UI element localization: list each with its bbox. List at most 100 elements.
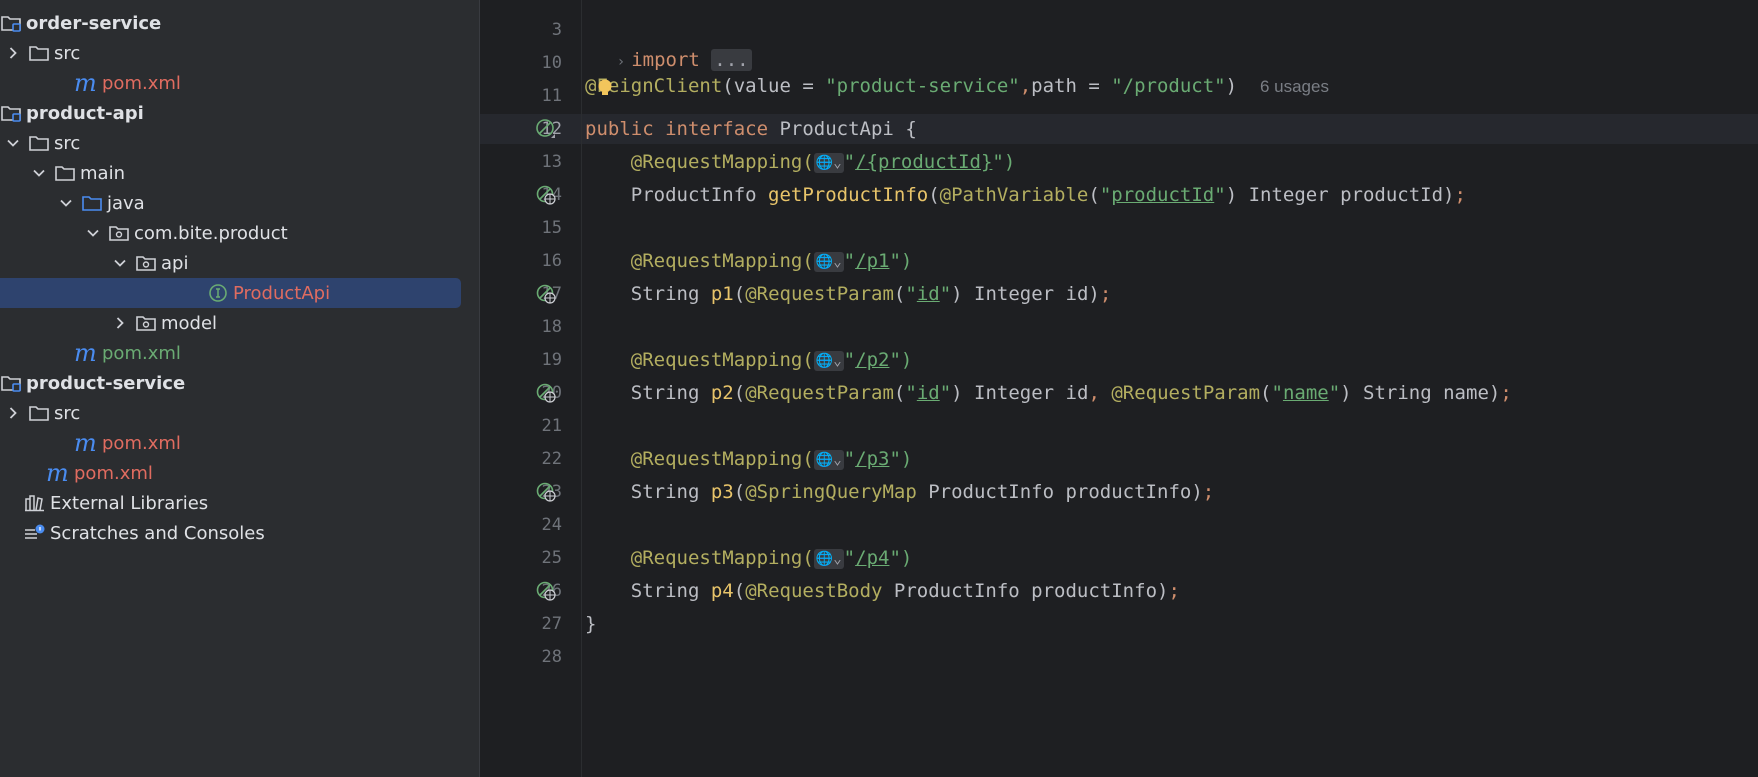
globe-icon[interactable]: 🌐⌄ — [813, 350, 844, 371]
code-line-19[interactable]: @RequestMapping(🌐⌄ "/p2") — [585, 345, 913, 375]
chevron-down-icon[interactable] — [113, 256, 127, 270]
interface-name: ProductApi { — [768, 118, 917, 140]
line-number: 24 — [541, 515, 562, 535]
endpoint-icon[interactable] — [535, 184, 557, 206]
code-editor[interactable]: 310111213141516171819202122232425262728 … — [480, 0, 1758, 777]
url-path[interactable]: /p4 — [855, 547, 889, 569]
tree-item-label: product-service — [26, 372, 186, 394]
package-icon — [135, 253, 157, 273]
tree-item-product-service-12[interactable]: product-service — [0, 368, 479, 398]
string-literal: "/product" — [1111, 75, 1226, 97]
tree-item-src-4[interactable]: src — [0, 128, 479, 158]
annotation-path-variable: @PathVariable — [939, 184, 1089, 206]
code-text: ProductInfo productInfo) — [882, 580, 1169, 602]
tree-item-label: pom.xml — [102, 72, 181, 94]
chevron-right-icon[interactable] — [6, 46, 20, 60]
code-punct: ; — [1099, 283, 1112, 305]
folder-icon — [54, 163, 76, 183]
url-path[interactable]: /p1 — [855, 250, 889, 272]
globe-icon[interactable]: 🌐⌄ — [813, 251, 844, 272]
code-line-25[interactable]: @RequestMapping(🌐⌄ "/p4") — [585, 543, 913, 573]
code-type: String — [630, 283, 711, 305]
code-punct: , — [1088, 382, 1112, 404]
code-line-16[interactable]: @RequestMapping(🌐⌄ "/p1") — [585, 246, 913, 276]
code-punct: ; — [1454, 184, 1466, 206]
code-line-12[interactable]: public interface ProductApi { — [585, 114, 917, 144]
chevron-down-icon[interactable] — [32, 166, 46, 180]
globe-icon[interactable]: 🌐⌄ — [813, 449, 844, 470]
annotation-request-mapping: @RequestMapping( — [630, 250, 814, 272]
fold-toggle-icon[interactable]: › — [617, 54, 625, 70]
endpoint-icon[interactable] — [535, 580, 557, 602]
code-line-11[interactable]: @FeignClient(value = "product-service",p… — [585, 71, 1329, 101]
code-line-20[interactable]: String p2(@RequestParam("id") Integer id… — [585, 378, 1512, 408]
param-name[interactable]: productId — [1111, 184, 1214, 206]
annotation-request-mapping: @RequestMapping( — [630, 547, 814, 569]
code-line-27[interactable]: } — [585, 609, 596, 639]
code-punct: " — [843, 547, 856, 569]
chevron-down-icon[interactable] — [6, 136, 20, 150]
chevron-down-icon[interactable] — [86, 226, 100, 240]
maven-file-icon: m — [74, 339, 97, 367]
tree-item-label: order-service — [26, 12, 162, 34]
endpoint-icon[interactable] — [535, 382, 557, 404]
code-text: ) Integer id — [951, 382, 1089, 404]
line-number: 27 — [541, 614, 562, 634]
tree-item-pom-xml-14[interactable]: m pom.xml — [0, 428, 479, 458]
code-line-17[interactable]: String p1(@RequestParam("id") Integer id… — [585, 279, 1112, 309]
globe-icon[interactable]: 🌐⌄ — [813, 548, 844, 569]
folder-icon — [28, 43, 50, 63]
lightbulb-icon[interactable] — [597, 79, 613, 97]
annotation-request-mapping: @RequestMapping( — [630, 349, 814, 371]
chevron-right-icon[interactable] — [113, 316, 127, 330]
param-name[interactable]: name — [1283, 382, 1329, 404]
line-number: 11 — [541, 86, 562, 106]
tree-item-productapi-9[interactable]: ProductApi — [0, 278, 479, 308]
code-line-3[interactable]: › import ... — [585, 15, 752, 71]
tree-item-scratches-and-consoles-17[interactable]: Scratches and Consoles — [0, 518, 479, 548]
endpoint-icon[interactable] — [535, 481, 557, 503]
tree-item-label: api — [161, 252, 189, 274]
code-punct: " — [1271, 382, 1283, 404]
code-line-23[interactable]: String p3(@SpringQueryMap ProductInfo pr… — [585, 477, 1214, 507]
code-line-13[interactable]: @RequestMapping(🌐⌄ "/{productId}") — [585, 147, 1016, 177]
tree-item-pom-xml-11[interactable]: m pom.xml — [0, 338, 479, 368]
endpoint-icon[interactable] — [535, 283, 557, 305]
globe-icon[interactable]: 🌐⌄ — [813, 152, 844, 173]
url-path[interactable]: /{productId} — [855, 151, 992, 173]
tree-item-src-13[interactable]: src — [0, 398, 479, 428]
implemented-by-icon[interactable] — [535, 118, 557, 140]
code-line-22[interactable]: @RequestMapping(🌐⌄ "/p3") — [585, 444, 913, 474]
code-punct: ) — [1225, 75, 1238, 97]
param-name[interactable]: id — [917, 382, 940, 404]
url-path[interactable]: /p2 — [855, 349, 889, 371]
module-folder-icon — [0, 373, 22, 393]
keyword-import: import — [631, 49, 700, 71]
chevron-right-icon[interactable] — [6, 406, 20, 420]
tree-item-java-6[interactable]: java — [0, 188, 479, 218]
tree-item-pom-xml-2[interactable]: m pom.xml — [0, 68, 479, 98]
tree-item-main-5[interactable]: main — [0, 158, 479, 188]
annotation-request-mapping: @RequestMapping( — [630, 448, 814, 470]
folded-imports[interactable]: ... — [711, 49, 752, 71]
param-name[interactable]: id — [917, 283, 940, 305]
tree-item-src-1[interactable]: src — [0, 38, 479, 68]
tree-item-label: product-api — [26, 102, 144, 124]
tree-item-com-bite-product-7[interactable]: com.bite.product — [0, 218, 479, 248]
method-name: p3 — [710, 481, 734, 503]
line-number: 15 — [541, 218, 562, 238]
tree-item-external-libraries-16[interactable]: External Libraries — [0, 488, 479, 518]
code-punct: ; — [1500, 382, 1512, 404]
code-punct: } — [585, 613, 597, 635]
tree-item-api-8[interactable]: api — [0, 248, 479, 278]
tree-item-pom-xml-15[interactable]: m pom.xml — [0, 458, 479, 488]
tree-item-product-api-3[interactable]: product-api — [0, 98, 479, 128]
url-path[interactable]: /p3 — [855, 448, 889, 470]
keyword-interface: interface — [665, 118, 769, 140]
tree-item-model-10[interactable]: model — [0, 308, 479, 338]
code-line-26[interactable]: String p4(@RequestBody ProductInfo produ… — [585, 576, 1180, 606]
tree-item-order-service-0[interactable]: order-service — [0, 8, 479, 38]
code-line-14[interactable]: ProductInfo getProductInfo(@PathVariable… — [585, 180, 1466, 210]
usages-inlay-hint[interactable]: 6 usages — [1260, 77, 1329, 96]
chevron-down-icon[interactable] — [59, 196, 73, 210]
